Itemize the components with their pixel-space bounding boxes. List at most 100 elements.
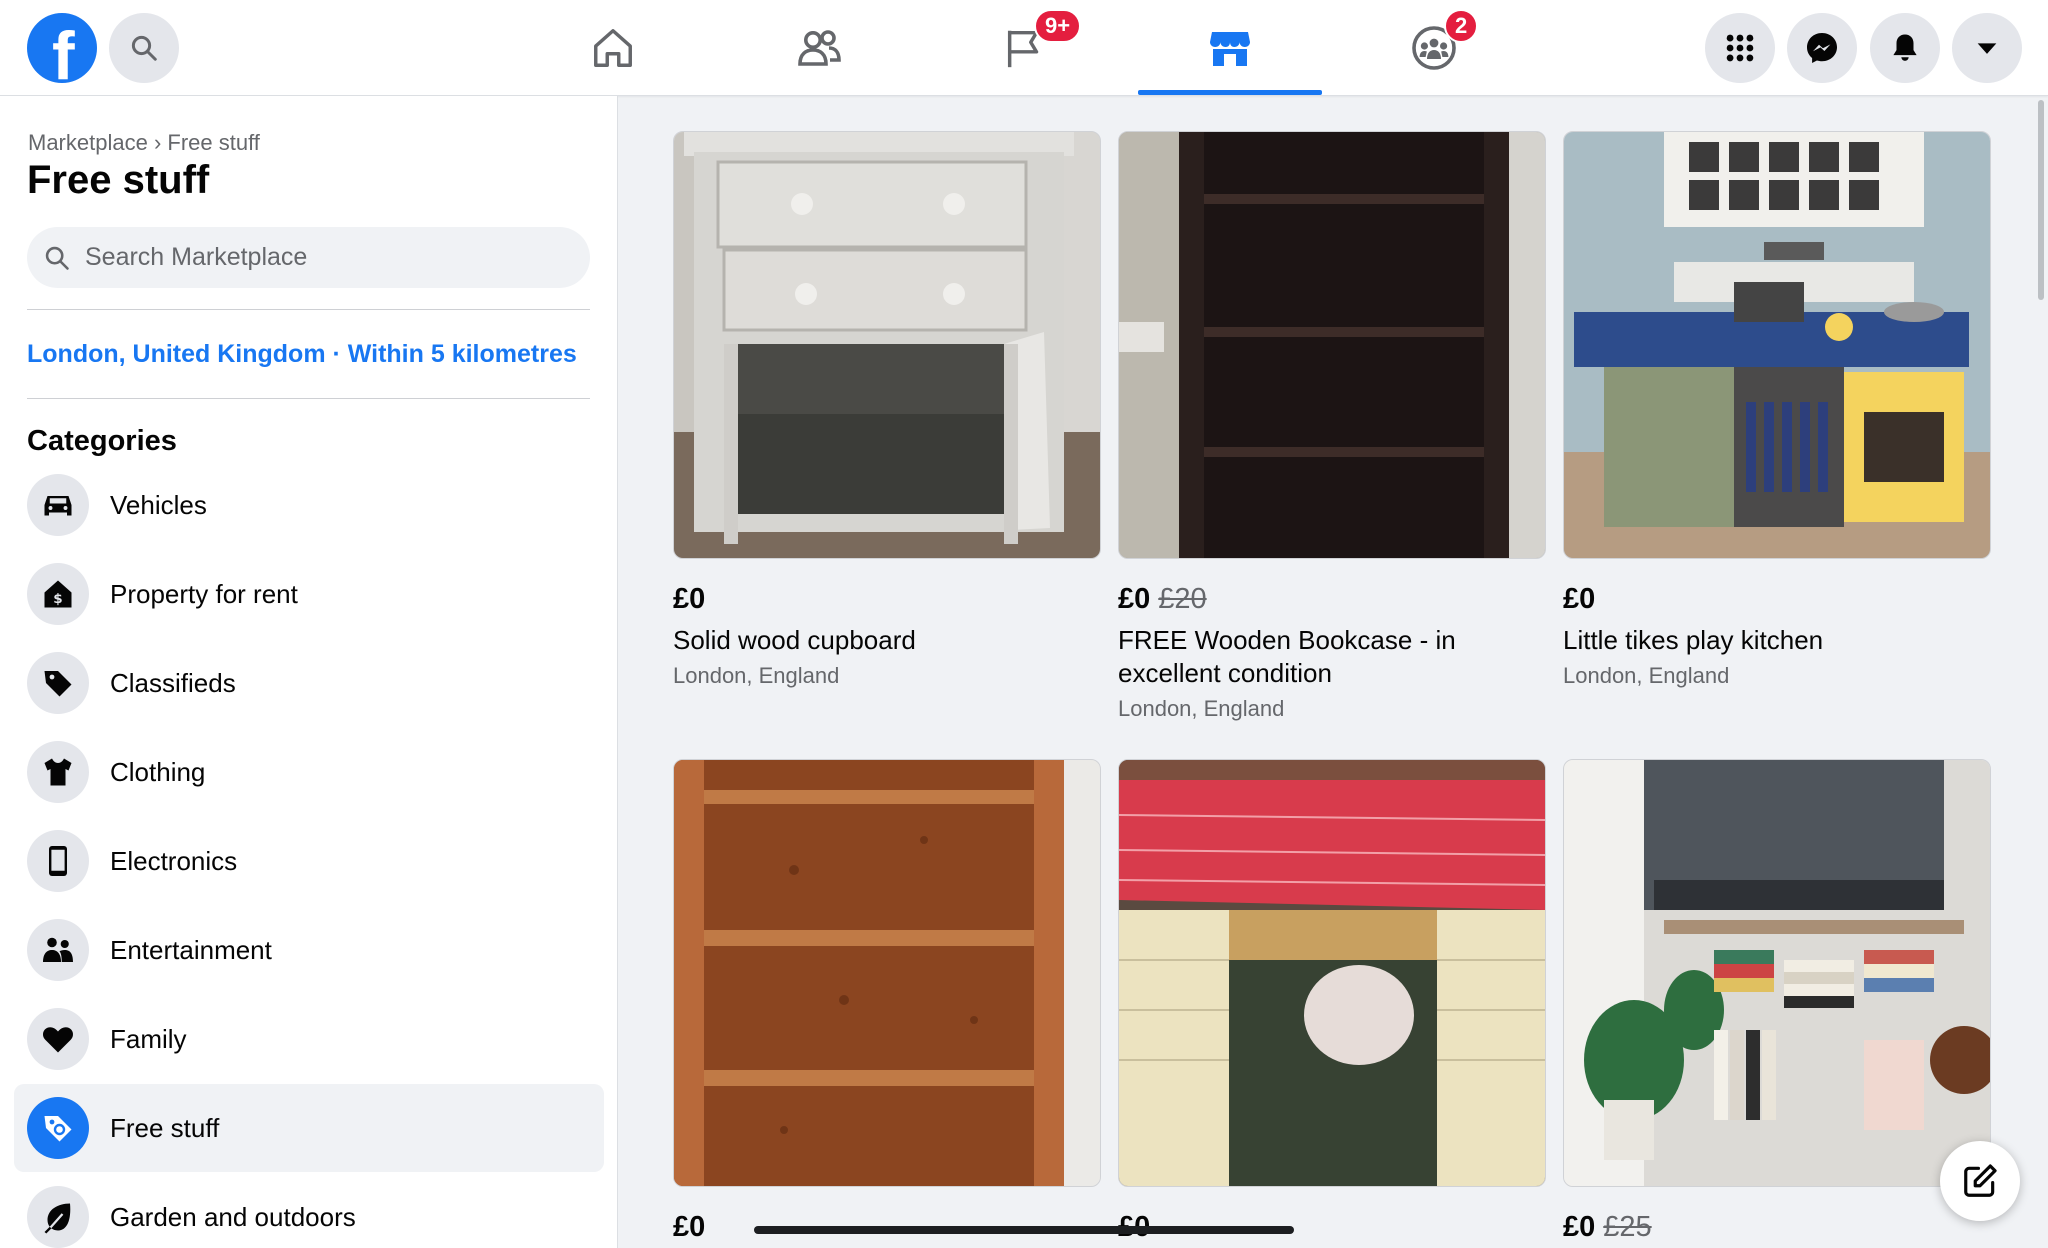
marketplace-search-input[interactable] (85, 243, 565, 272)
marketplace-search-box[interactable] (27, 227, 590, 288)
category-label: Electronics (110, 845, 238, 876)
nav-home-button[interactable] (583, 18, 643, 78)
listing-photo[interactable] (673, 759, 1101, 1187)
listing-title[interactable]: FREE Wooden Bookcase - in excellent cond… (1118, 624, 1546, 690)
horizontal-scroll-indicator[interactable] (754, 1226, 1294, 1234)
category-free-stuff[interactable]: Free stuff (14, 1084, 604, 1172)
listing-photo[interactable] (1118, 759, 1546, 1187)
listing-card[interactable]: £0 (673, 759, 1101, 1244)
listing-card[interactable]: £0 £25 (1563, 759, 1991, 1244)
caret-down-icon (1977, 43, 1997, 54)
listing-original-price: £25 (1603, 1211, 1652, 1243)
nav-friends-button[interactable] (789, 18, 849, 78)
listing-price: £0 (673, 1211, 706, 1243)
leaf-icon (44, 1203, 71, 1234)
breadcrumb[interactable]: Marketplace › Free stuff (28, 130, 260, 156)
free-tag-icon (44, 1116, 72, 1142)
cupboard-photo (674, 132, 1100, 558)
search-icon (131, 35, 157, 61)
divider (27, 309, 590, 310)
category-label: Clothing (110, 756, 206, 787)
home-icon (594, 29, 632, 67)
listing-photo[interactable] (1118, 131, 1546, 559)
car-icon (44, 496, 72, 516)
listing-price: £0 (673, 583, 706, 615)
listing-location: London, England (1118, 696, 1285, 721)
listing-original-price: £20 (1158, 583, 1207, 615)
marketplace-icon (1210, 32, 1250, 66)
listing-location: London, England (673, 663, 840, 688)
people-icon (43, 937, 73, 962)
category-label: Property for rent (110, 578, 298, 609)
listing-price-row: £0 (1563, 583, 1991, 616)
bell-icon (1893, 34, 1917, 61)
groups-notification-badge: 2 (1444, 9, 1479, 43)
messenger-button[interactable] (1787, 13, 1857, 83)
vertical-scrollbar[interactable] (2038, 100, 2044, 300)
listing-title[interactable]: Little tikes play kitchen (1563, 624, 1991, 657)
shirt-icon (44, 758, 72, 786)
search-button[interactable] (109, 13, 179, 83)
search-icon (45, 246, 69, 270)
compose-icon (1964, 1164, 1997, 1197)
listing-price-row: £0 £25 (1563, 1211, 1991, 1244)
category-label: Vehicles (110, 489, 207, 520)
location-filter-link[interactable]: London, United Kingdom · Within 5 kilome… (27, 340, 577, 369)
listing-card[interactable]: £0 Little tikes play kitchen London, Eng… (1563, 131, 1991, 689)
listing-card[interactable]: £0 £20 FREE Wooden Bookcase - in excellen… (1118, 131, 1546, 722)
account-menu-button[interactable] (1952, 13, 2022, 83)
category-clothing[interactable]: Clothing (14, 728, 604, 816)
category-property-for-rent[interactable]: $ Property for rent (14, 550, 604, 638)
listing-photo[interactable] (673, 131, 1101, 559)
listing-location: London, England (1563, 663, 1730, 688)
play-kitchen-photo (1564, 132, 1990, 558)
category-label: Family (110, 1023, 187, 1054)
heart-icon (42, 1027, 74, 1053)
category-electronics[interactable]: Electronics (14, 817, 604, 905)
category-family[interactable]: Family (14, 995, 604, 1083)
facebook-logo-letter: f (52, 18, 75, 83)
friends-icon (798, 30, 841, 66)
tag-icon (44, 671, 72, 697)
category-label: Entertainment (110, 934, 272, 965)
notifications-button[interactable] (1870, 13, 1940, 83)
top-navigation-bar: f 9+ 2 (0, 0, 2048, 96)
pages-notification-badge: 9+ (1034, 9, 1082, 43)
listing-price: £0 (1563, 583, 1596, 615)
category-entertainment[interactable]: Entertainment (14, 906, 604, 994)
pine-bookshelf-photo (674, 760, 1100, 1186)
category-label: Free stuff (110, 1112, 220, 1143)
nav-marketplace-button[interactable] (1200, 18, 1260, 78)
listing-price-row: £0 £20 (1118, 583, 1546, 616)
category-label: Garden and outdoors (110, 1201, 356, 1232)
category-garden-and-outdoors[interactable]: Garden and outdoors (14, 1173, 604, 1248)
listing-photo[interactable] (1563, 131, 1991, 559)
listing-card[interactable]: £0 (1118, 759, 1546, 1244)
active-tab-indicator (1138, 90, 1322, 95)
category-label: Classifieds (110, 667, 236, 698)
messenger-icon (1807, 33, 1837, 63)
category-vehicles[interactable]: Vehicles (14, 461, 604, 549)
svg-text:$: $ (53, 591, 62, 607)
menu-button[interactable] (1705, 13, 1775, 83)
listing-card[interactable]: £0 Solid wood cupboard London, England (673, 131, 1101, 689)
create-listing-button[interactable] (1940, 1141, 2020, 1221)
bookshelf-with-plants-photo (1564, 760, 1990, 1186)
playhouse-photo (1119, 760, 1545, 1186)
listing-price-row: £0 (673, 583, 1101, 616)
listing-price: £0 (1118, 583, 1151, 615)
listing-title[interactable]: Solid wood cupboard (673, 624, 1101, 657)
listings-grid: £0 Solid wood cupboard London, England £… (619, 96, 2048, 1248)
categories-heading: Categories (27, 425, 177, 457)
page-title: Free stuff (27, 158, 210, 202)
phone-icon (49, 846, 67, 876)
marketplace-sidebar: Marketplace › Free stuff Free stuff Lond… (0, 96, 618, 1248)
bookcase-photo (1119, 132, 1545, 558)
divider (27, 398, 590, 399)
menu-grid-icon (1726, 34, 1754, 62)
facebook-logo[interactable]: f (27, 13, 97, 83)
listing-photo[interactable] (1563, 759, 1991, 1187)
listing-price: £0 (1563, 1211, 1596, 1243)
category-classifieds[interactable]: Classifieds (14, 639, 604, 727)
house-icon: $ (44, 580, 72, 608)
